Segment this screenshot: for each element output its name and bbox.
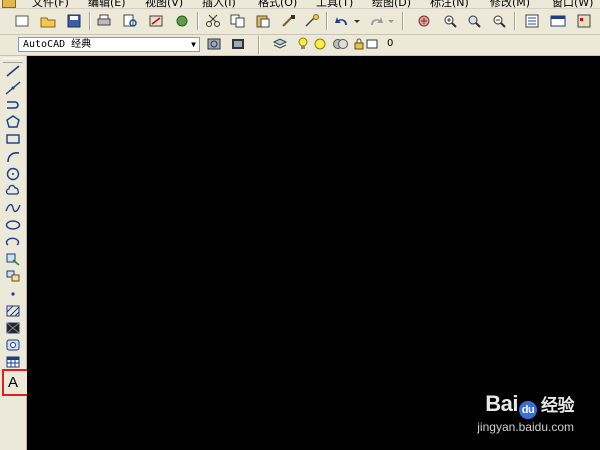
- watermark-logo-cn: 经验: [541, 396, 575, 415]
- ellipse-icon[interactable]: [3, 217, 23, 233]
- design-center-icon[interactable]: [548, 11, 568, 31]
- toolbar-separator: [402, 12, 403, 30]
- revision-cloud-icon[interactable]: [3, 183, 23, 199]
- ellipse-arc-icon[interactable]: [3, 234, 23, 250]
- undo-icon[interactable]: [332, 11, 352, 31]
- redo-icon[interactable]: [366, 11, 386, 31]
- paste-icon[interactable]: [253, 11, 273, 31]
- zoom-previous-icon[interactable]: [489, 11, 509, 31]
- menu-bar: 文件(F) 编辑(E) 视图(V) 插入(I) 格式(O) 工具(T) 绘图(D…: [0, 0, 600, 9]
- toolbar-separator: [258, 36, 259, 54]
- menu-dimension[interactable]: 标注(N): [430, 0, 469, 8]
- copy-icon[interactable]: [228, 11, 248, 31]
- make-block-icon[interactable]: [3, 268, 23, 284]
- standard-toolbar: [0, 9, 600, 35]
- block-editor-icon[interactable]: [302, 11, 322, 31]
- toolbar-separator: [197, 12, 198, 30]
- pan-icon[interactable]: [414, 11, 434, 31]
- baidu-jingyan-watermark: Bai du 经验 jingyan.baidu.com: [477, 391, 574, 434]
- dropdown-arrow-icon: ▼: [191, 40, 196, 49]
- zoom-realtime-icon[interactable]: [440, 11, 460, 31]
- menu-window[interactable]: 窗口(W): [552, 0, 593, 8]
- zoom-window-icon[interactable]: [464, 11, 484, 31]
- print-preview-icon[interactable]: [120, 11, 140, 31]
- layer-color-icon[interactable]: [365, 35, 379, 53]
- toolbar-separator: [89, 12, 90, 30]
- match-properties-icon[interactable]: [278, 11, 298, 31]
- polygon-icon[interactable]: [3, 114, 23, 130]
- workspace-toolbar: AutoCAD 经典 ▼ 0: [0, 35, 600, 56]
- text-tool-label: A: [8, 374, 19, 391]
- watermark-logo: Bai du 经验: [477, 391, 575, 419]
- print-icon[interactable]: [94, 11, 114, 31]
- new-icon[interactable]: [12, 11, 32, 31]
- paw-icon: du: [519, 401, 537, 419]
- polyline-icon[interactable]: [3, 97, 23, 113]
- toolbar-separator: [326, 12, 327, 30]
- menu-tools[interactable]: 工具(T): [316, 0, 353, 8]
- menu-view[interactable]: 视图(V): [145, 0, 183, 8]
- 3d-dwf-icon[interactable]: [172, 11, 192, 31]
- properties-icon[interactable]: [522, 11, 542, 31]
- watermark-url: jingyan.baidu.com: [477, 420, 574, 434]
- open-icon[interactable]: [38, 11, 58, 31]
- publish-icon[interactable]: [146, 11, 166, 31]
- table-icon[interactable]: [3, 354, 23, 370]
- cut-icon[interactable]: [203, 11, 223, 31]
- lock-icon[interactable]: [352, 35, 366, 53]
- menu-modify[interactable]: 修改(M): [490, 0, 530, 8]
- workspace-dropdown[interactable]: AutoCAD 经典 ▼: [18, 37, 200, 52]
- menu-insert[interactable]: 插入(I): [202, 0, 236, 8]
- line-icon[interactable]: [3, 63, 23, 79]
- freeze-sun-icon[interactable]: [312, 35, 328, 53]
- watermark-logo-text: Bai: [485, 391, 518, 416]
- gradient-icon[interactable]: [3, 320, 23, 336]
- construction-line-icon[interactable]: [3, 80, 23, 96]
- toolbar-separator: [514, 12, 515, 30]
- app-icon: [2, 0, 16, 8]
- menu-draw[interactable]: 绘图(D): [372, 0, 411, 8]
- redo-dropdown-icon[interactable]: [386, 11, 396, 31]
- menu-format[interactable]: 格式(O): [258, 0, 297, 8]
- region-icon[interactable]: [3, 337, 23, 353]
- arc-icon[interactable]: [3, 149, 23, 165]
- spline-icon[interactable]: [3, 200, 23, 216]
- menu-edit[interactable]: 编辑(E): [88, 0, 126, 8]
- circle-icon[interactable]: [3, 166, 23, 182]
- layer-viewport-icon[interactable]: [330, 35, 350, 53]
- insert-block-icon[interactable]: [3, 251, 23, 267]
- menu-file[interactable]: 文件(F): [32, 0, 69, 8]
- save-workspace-icon[interactable]: [228, 35, 248, 53]
- tool-palettes-icon[interactable]: [574, 11, 594, 31]
- hatch-icon[interactable]: [3, 303, 23, 319]
- undo-dropdown-icon[interactable]: [352, 11, 362, 31]
- workspace-value: AutoCAD 经典: [23, 39, 92, 50]
- layer-name[interactable]: 0: [387, 38, 393, 49]
- layer-manager-icon[interactable]: [270, 35, 290, 53]
- point-icon[interactable]: [3, 286, 23, 302]
- workspace-settings-icon[interactable]: [204, 35, 224, 53]
- light-bulb-icon[interactable]: [296, 35, 310, 53]
- rectangle-icon[interactable]: [3, 131, 23, 147]
- save-icon[interactable]: [64, 11, 84, 31]
